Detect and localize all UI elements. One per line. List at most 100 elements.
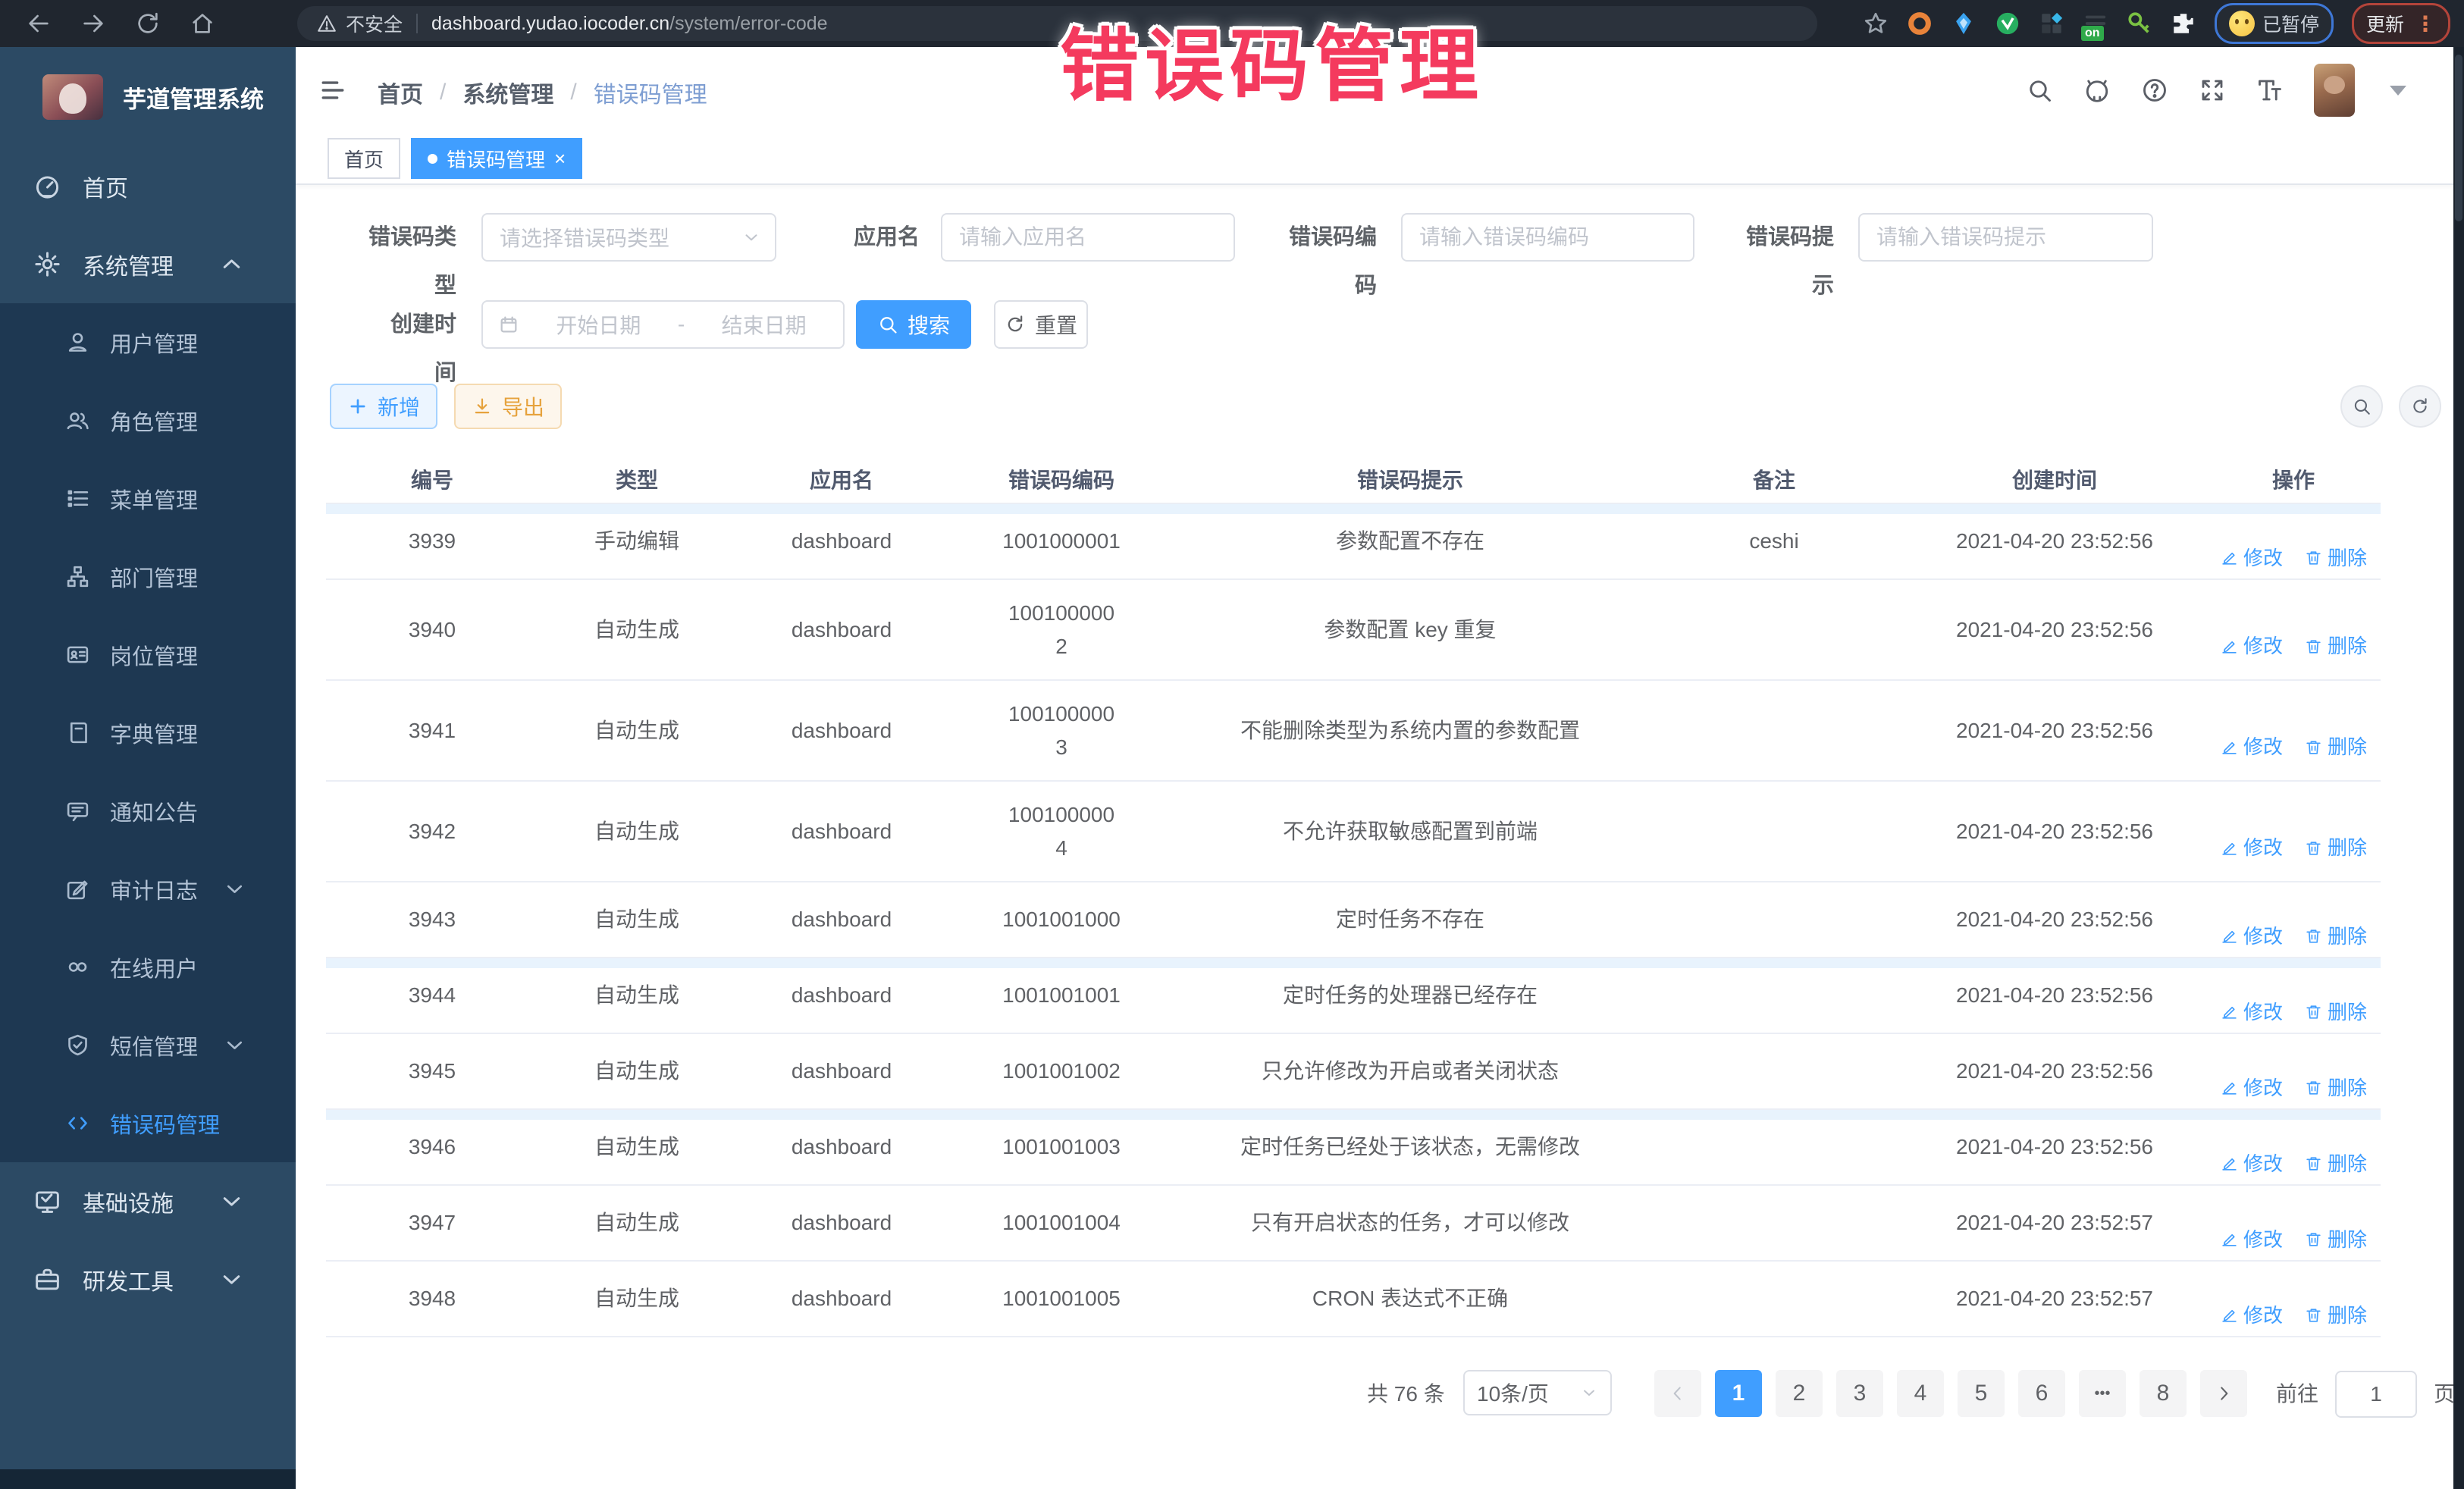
delete-link[interactable]: 删除: [2304, 1300, 2367, 1331]
extension-orange-icon[interactable]: [1907, 11, 1933, 36]
extension-key-icon[interactable]: [2127, 11, 2152, 36]
edit-link[interactable]: 修改: [2220, 832, 2283, 863]
sidebar-item[interactable]: 审计日志: [0, 850, 296, 928]
tag-close-icon[interactable]: ×: [554, 149, 566, 168]
bookmark-star-icon[interactable]: [1863, 11, 1889, 36]
browser-menu-dots-icon[interactable]: ⋮: [2415, 11, 2436, 36]
table-cell: dashboard: [735, 1206, 948, 1239]
scrollbar-thumb[interactable]: [2455, 55, 2462, 221]
edit-link[interactable]: 修改: [2220, 921, 2283, 951]
page-button[interactable]: 4: [1897, 1370, 1944, 1417]
address-bar[interactable]: 不安全 dashboard.yudao.iocoder.cn/system/er…: [297, 6, 1817, 41]
sidebar-item[interactable]: 首页: [0, 147, 296, 225]
sidebar-item[interactable]: 通知公告: [0, 772, 296, 850]
next-page-button[interactable]: [2200, 1370, 2247, 1417]
browser-reload-icon[interactable]: [135, 11, 161, 36]
edit-link[interactable]: 修改: [2220, 1073, 2283, 1103]
chevron-down-icon: [218, 1265, 246, 1293]
tag-error-code[interactable]: 错误码管理 ×: [411, 138, 582, 179]
edit-link[interactable]: 修改: [2220, 631, 2283, 661]
sidebar-item[interactable]: 错误码管理: [0, 1084, 296, 1162]
browser-profile-chip[interactable]: 已暂停: [2215, 3, 2334, 44]
delete-link[interactable]: 删除: [2304, 543, 2367, 573]
sidebar-item[interactable]: 岗位管理: [0, 616, 296, 694]
error-code-input[interactable]: [1403, 225, 1693, 249]
search-button[interactable]: 搜索: [856, 300, 971, 349]
prev-page-button[interactable]: [1654, 1370, 1701, 1417]
avatar-caret-icon[interactable]: [2390, 86, 2406, 96]
browser-home-icon[interactable]: [190, 11, 215, 36]
delete-link[interactable]: 删除: [2304, 1073, 2367, 1103]
sidebar-item-label: 审计日志: [110, 873, 198, 905]
help-icon[interactable]: [2141, 77, 2168, 104]
delete-link[interactable]: 删除: [2304, 1149, 2367, 1179]
table-cell: 2021-04-20 23:52:56: [1903, 1055, 2206, 1087]
table-cell: 参数配置 key 重复: [1175, 613, 1645, 646]
extensions-puzzle-icon[interactable]: [2171, 11, 2196, 36]
font-size-icon[interactable]: [2256, 77, 2284, 104]
breadcrumb-system[interactable]: 系统管理: [462, 76, 553, 109]
delete-link[interactable]: 删除: [2304, 631, 2367, 661]
extension-green-check-icon[interactable]: [1995, 11, 2020, 36]
goto-page-input[interactable]: [2335, 1371, 2417, 1418]
sidebar-item[interactable]: 菜单管理: [0, 459, 296, 538]
sidebar-item[interactable]: 字典管理: [0, 694, 296, 772]
sidebar-logo-row[interactable]: 芋道管理系统: [0, 47, 296, 147]
sidebar-item[interactable]: 角色管理: [0, 381, 296, 459]
goto-label: 前往: [2276, 1370, 2318, 1418]
extension-list-icon[interactable]: on: [2083, 11, 2108, 36]
edit-link[interactable]: 修改: [2220, 1224, 2283, 1255]
browser-update-button[interactable]: 更新 ⋮: [2352, 3, 2450, 44]
profile-emoji-avatar: [2229, 11, 2255, 36]
page-button[interactable]: 8: [2140, 1370, 2187, 1417]
sidebar-item[interactable]: 短信管理: [0, 1006, 296, 1084]
trash-icon: [2304, 1002, 2323, 1021]
sidebar-item[interactable]: 系统管理: [0, 225, 296, 303]
toggle-search-button[interactable]: [2340, 385, 2383, 428]
fullscreen-icon[interactable]: [2199, 77, 2226, 104]
user-avatar[interactable]: [2314, 64, 2355, 117]
sidebar-item[interactable]: 研发工具: [0, 1240, 296, 1318]
delete-link[interactable]: 删除: [2304, 1224, 2367, 1255]
reset-button[interactable]: 重置: [994, 300, 1088, 349]
delete-link[interactable]: 删除: [2304, 732, 2367, 762]
date-range-picker[interactable]: 开始日期 - 结束日期: [481, 300, 845, 349]
table-cell: 不允许获取敏感配置到前端: [1175, 815, 1645, 848]
edit-link[interactable]: 修改: [2220, 732, 2283, 762]
page-button[interactable]: 1: [1715, 1370, 1762, 1417]
error-hint-input[interactable]: [1860, 225, 2152, 249]
sidebar-collapse-bar[interactable]: [0, 1469, 296, 1489]
page-button[interactable]: 5: [1958, 1370, 2005, 1417]
page-button[interactable]: 3: [1836, 1370, 1883, 1417]
extension-diamond-icon[interactable]: [2039, 11, 2064, 36]
export-button[interactable]: 导出: [454, 384, 562, 429]
breadcrumb-home[interactable]: 首页: [378, 76, 423, 109]
tag-home[interactable]: 首页: [328, 138, 400, 179]
edit-link[interactable]: 修改: [2220, 1300, 2283, 1331]
sidebar-item[interactable]: 用户管理: [0, 303, 296, 381]
github-icon[interactable]: [2083, 77, 2111, 104]
delete-link[interactable]: 删除: [2304, 832, 2367, 863]
edit-link[interactable]: 修改: [2220, 543, 2283, 573]
edit-link[interactable]: 修改: [2220, 997, 2283, 1027]
extension-blue-icon[interactable]: [1951, 11, 1977, 36]
sidebar-item[interactable]: 部门管理: [0, 538, 296, 616]
more-pages-button[interactable]: •••: [2079, 1370, 2126, 1417]
edit-link[interactable]: 修改: [2220, 1149, 2283, 1179]
sidebar-item[interactable]: 在线用户: [0, 928, 296, 1006]
browser-back-icon[interactable]: [26, 11, 52, 36]
page-button[interactable]: 6: [2018, 1370, 2065, 1417]
add-button[interactable]: 新增: [330, 384, 437, 429]
page-scrollbar[interactable]: [2453, 47, 2464, 1489]
error-type-select[interactable]: 请选择错误码类型: [481, 213, 776, 262]
hamburger-icon[interactable]: [318, 77, 347, 103]
refresh-table-button[interactable]: [2399, 385, 2441, 428]
delete-link[interactable]: 删除: [2304, 921, 2367, 951]
app-name-input[interactable]: [942, 225, 1234, 249]
browser-forward-icon[interactable]: [80, 11, 106, 36]
header-search-icon[interactable]: [2026, 77, 2053, 104]
delete-link[interactable]: 删除: [2304, 997, 2367, 1027]
sidebar-item[interactable]: 基础设施: [0, 1162, 296, 1240]
page-size-select[interactable]: 10条/页: [1463, 1370, 1612, 1415]
page-button[interactable]: 2: [1776, 1370, 1823, 1417]
